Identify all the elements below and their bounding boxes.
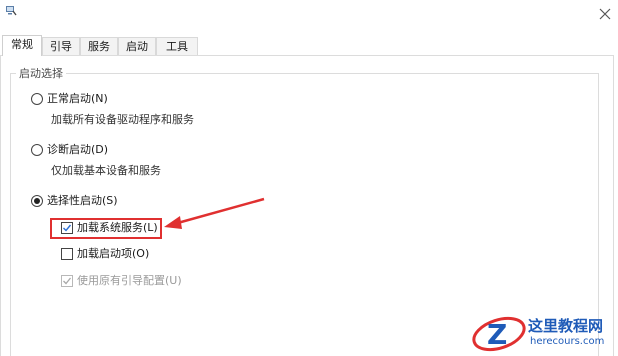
annotation-arrow-icon bbox=[164, 197, 265, 229]
diagnostic-startup-radio[interactable] bbox=[31, 144, 43, 156]
load-startup-items-checkbox[interactable] bbox=[61, 248, 73, 260]
use-original-boot-config-label: 使用原有引导配置(U) bbox=[77, 274, 182, 287]
tab-services[interactable]: 服务 bbox=[80, 37, 118, 55]
checkmark-icon bbox=[63, 277, 72, 285]
watermark-title: 这里教程网 bbox=[528, 317, 604, 335]
tab-tools[interactable]: 工具 bbox=[156, 37, 198, 55]
highlight-box bbox=[50, 218, 162, 239]
tab-boot[interactable]: 引导 bbox=[42, 37, 80, 55]
tab-bar: 常规 引导 服务 启动 工具 bbox=[0, 35, 618, 56]
selective-startup-radio[interactable] bbox=[31, 195, 43, 207]
use-original-boot-config-checkbox bbox=[61, 275, 73, 287]
tab-general[interactable]: 常规 bbox=[2, 35, 42, 56]
normal-startup-description: 加载所有设备驱动程序和服务 bbox=[51, 113, 194, 126]
normal-startup-label[interactable]: 正常启动(N) bbox=[47, 92, 108, 106]
msconfig-icon bbox=[6, 6, 17, 16]
tab-startup[interactable]: 启动 bbox=[118, 37, 156, 55]
startup-selection-legend: 启动选择 bbox=[16, 67, 66, 81]
svg-text:Z: Z bbox=[487, 318, 507, 351]
diagnostic-startup-description: 仅加载基本设备和服务 bbox=[51, 164, 161, 177]
diagnostic-startup-label[interactable]: 诊断启动(D) bbox=[47, 143, 108, 157]
normal-startup-radio[interactable] bbox=[31, 93, 43, 105]
selective-startup-label[interactable]: 选择性启动(S) bbox=[47, 194, 118, 208]
watermark-subtitle: herecours.com bbox=[530, 336, 605, 347]
close-icon[interactable] bbox=[596, 5, 614, 23]
load-startup-items-label[interactable]: 加载启动项(O) bbox=[77, 247, 149, 261]
title-bar bbox=[0, 0, 618, 30]
